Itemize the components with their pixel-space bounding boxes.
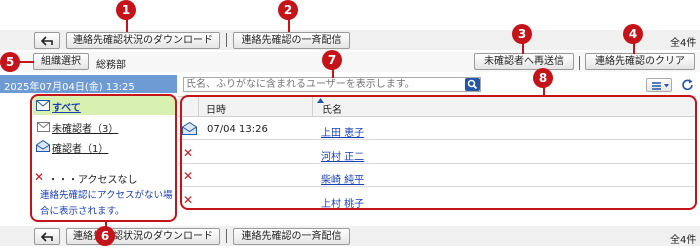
annotation-marker: 5 — [0, 52, 20, 72]
action-divider — [579, 56, 580, 70]
org-name: 総務部 — [96, 60, 126, 71]
broadcast-button[interactable]: 連絡先確認の一斉配信 — [233, 32, 350, 49]
annotation-marker: 4 — [623, 24, 643, 44]
search-input[interactable] — [186, 78, 461, 91]
total-count: 全4件 — [670, 38, 697, 49]
total-count: 全4件 — [670, 235, 697, 246]
back-button[interactable] — [34, 228, 60, 245]
search-button[interactable] — [465, 78, 480, 91]
clear-button[interactable]: 連絡先確認のクリア — [585, 53, 695, 70]
resend-button[interactable]: 未確認者へ再送信 — [474, 53, 574, 70]
back-button[interactable] — [34, 32, 60, 49]
download-status-button[interactable]: 連絡先確認状況のダウンロード — [66, 228, 220, 245]
select-org-button[interactable]: 組織選択 — [33, 53, 89, 70]
annotation-marker: 2 — [278, 0, 298, 20]
annotation-box-left-panel — [30, 94, 177, 222]
annotation-marker: 7 — [322, 50, 342, 70]
annotation-marker: 1 — [116, 0, 136, 20]
refresh-icon — [682, 79, 693, 91]
annotation-marker: 6 — [95, 226, 115, 246]
annotation-marker: 3 — [512, 24, 532, 44]
search-icon — [467, 79, 478, 90]
toolbar-divider — [226, 33, 227, 47]
column-menu-button[interactable] — [646, 78, 672, 92]
toolbar-divider — [226, 229, 227, 243]
broadcast-button[interactable]: 連絡先確認の一斉配信 — [233, 228, 350, 245]
download-status-button[interactable]: 連絡先確認状況のダウンロード — [66, 32, 220, 49]
current-date: 2025年07月04日(金) 13:25 — [4, 82, 135, 93]
annotation-marker: 8 — [533, 68, 553, 88]
back-arrow-icon — [40, 232, 53, 242]
back-arrow-icon — [40, 36, 53, 46]
list-menu-icon — [652, 82, 669, 90]
refresh-button[interactable] — [680, 78, 696, 92]
annotation-box-table — [180, 95, 697, 210]
